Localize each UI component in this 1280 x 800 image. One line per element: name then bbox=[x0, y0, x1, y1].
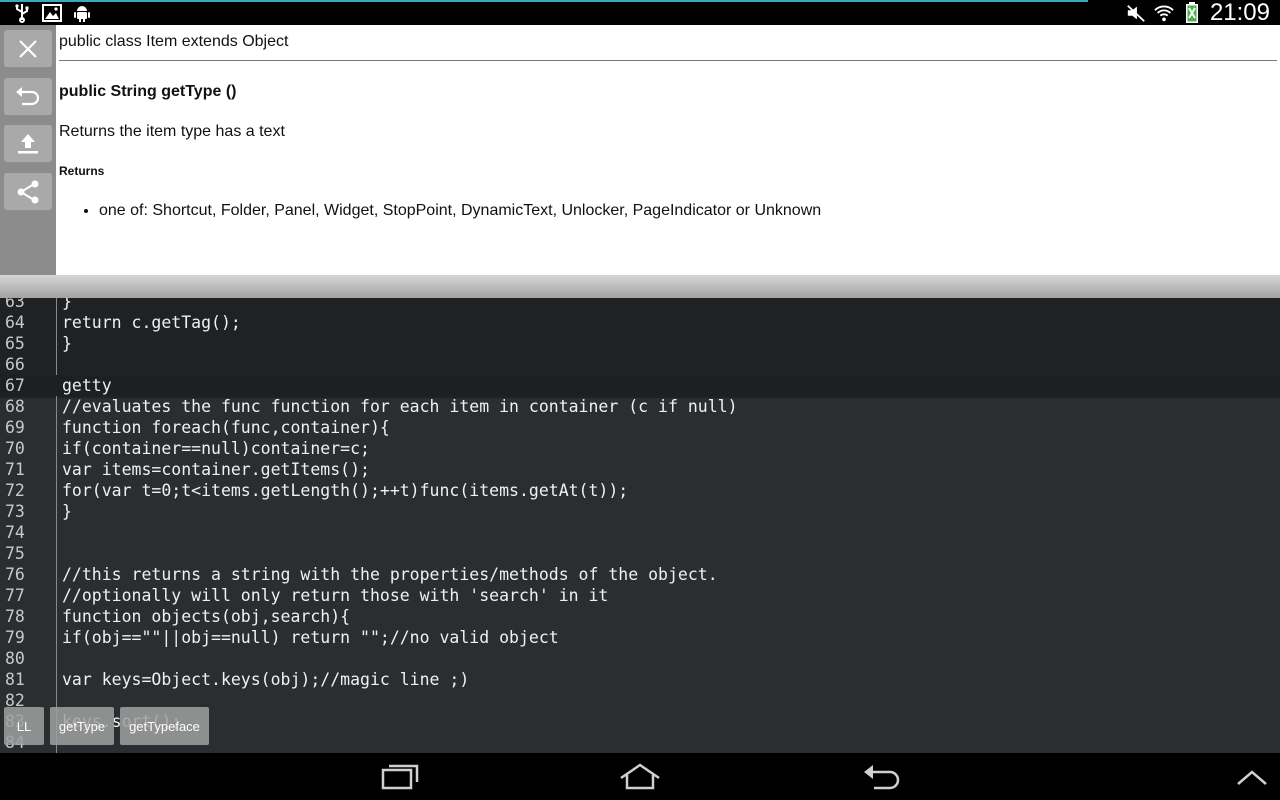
code-text[interactable]: return c.getTag(); bbox=[62, 312, 241, 333]
status-clock: 21:09 bbox=[1209, 0, 1270, 26]
code-text[interactable]: var items=container.getItems(); bbox=[62, 459, 370, 480]
class-declaration: public class Item extends Object bbox=[59, 33, 289, 50]
code-line[interactable]: 78 function objects(obj,search){ bbox=[0, 606, 1280, 627]
line-number: 68 bbox=[5, 397, 25, 416]
code-line[interactable]: 66 bbox=[0, 354, 1280, 375]
line-number: 66 bbox=[5, 355, 25, 374]
code-line[interactable]: 76 //this returns a string with the prope… bbox=[0, 564, 1280, 585]
code-text[interactable]: //optionally will only return those with… bbox=[62, 585, 608, 606]
returns-list: one of: Shortcut, Folder, Panel, Widget,… bbox=[59, 202, 821, 220]
line-number: 64 bbox=[5, 313, 25, 332]
code-line[interactable]: 81 var keys=Object.keys(obj);//magic line… bbox=[0, 669, 1280, 690]
line-number: 67 bbox=[5, 376, 25, 395]
line-number: 70 bbox=[5, 439, 25, 458]
code-line[interactable]: 71 var items=container.getItems(); bbox=[0, 459, 1280, 480]
code-line[interactable]: 74 bbox=[0, 522, 1280, 543]
code-text[interactable]: getty bbox=[62, 375, 112, 396]
code-text[interactable]: for(var t=0;t<items.getLength();++t)func… bbox=[62, 480, 628, 501]
share-icon bbox=[17, 180, 39, 204]
code-text[interactable]: //this returns a string with the propert… bbox=[62, 564, 718, 585]
line-number: 79 bbox=[5, 628, 25, 647]
image-icon bbox=[42, 3, 62, 23]
home-button[interactable] bbox=[610, 759, 670, 795]
status-bar: 21:09 bbox=[0, 0, 1280, 25]
share-button[interactable] bbox=[4, 173, 52, 211]
line-number: 80 bbox=[5, 649, 25, 668]
returns-item: one of: Shortcut, Folder, Panel, Widget,… bbox=[99, 202, 821, 220]
line-number: 81 bbox=[5, 670, 25, 689]
code-line[interactable]: 75 bbox=[0, 543, 1280, 564]
line-number: 77 bbox=[5, 586, 25, 605]
line-number: 63 bbox=[5, 298, 25, 311]
line-number: 74 bbox=[5, 523, 25, 542]
recent-apps-button[interactable] bbox=[370, 759, 430, 795]
code-line[interactable]: 73} bbox=[0, 501, 1280, 522]
line-number: 65 bbox=[5, 334, 25, 353]
wifi-icon bbox=[1154, 3, 1174, 23]
upload-button[interactable] bbox=[4, 125, 52, 163]
code-text[interactable]: //evaluates the func function for each i… bbox=[62, 396, 738, 417]
code-line[interactable]: 64 return c.getTag(); bbox=[0, 312, 1280, 333]
android-debug-icon bbox=[72, 3, 92, 23]
suggestion-chip[interactable]: getType bbox=[50, 707, 114, 745]
code-line[interactable]: 77 //optionally will only return those wi… bbox=[0, 585, 1280, 606]
undo-icon bbox=[16, 87, 40, 106]
returns-heading: Returns bbox=[59, 164, 105, 178]
method-signature: public String getType () bbox=[59, 83, 237, 100]
code-line[interactable]: 80 bbox=[0, 648, 1280, 669]
battery-charging-icon bbox=[1182, 1, 1202, 23]
line-number: 69 bbox=[5, 418, 25, 437]
code-line[interactable]: 70 if(container==null)container=c; bbox=[0, 438, 1280, 459]
menu-button[interactable] bbox=[1222, 759, 1280, 795]
side-toolbar bbox=[0, 25, 56, 275]
line-number: 76 bbox=[5, 565, 25, 584]
panel-splitter[interactable] bbox=[0, 275, 1280, 298]
home-icon bbox=[620, 763, 660, 790]
code-line[interactable]: 69 function foreach(func,container){ bbox=[0, 417, 1280, 438]
back-icon bbox=[864, 765, 900, 790]
help-document: public class Item extends Object public … bbox=[59, 25, 1277, 275]
close-icon bbox=[19, 40, 37, 58]
line-number: 78 bbox=[5, 607, 25, 626]
code-line[interactable]: 72 for(var t=0;t<items.getLength();++t)fu… bbox=[0, 480, 1280, 501]
usb-icon bbox=[12, 3, 32, 23]
method-description: Returns the item type has a text bbox=[59, 123, 285, 140]
autocomplete-bar: LL getType getTypeface bbox=[0, 707, 209, 747]
chevron-up-icon bbox=[1237, 770, 1267, 785]
upload-icon bbox=[18, 134, 38, 154]
code-text[interactable]: } bbox=[62, 298, 72, 312]
code-text[interactable]: var keys=Object.keys(obj);//magic line ;… bbox=[62, 669, 469, 690]
code-line[interactable]: 68 //evaluates the func function for each… bbox=[0, 396, 1280, 417]
code-text[interactable]: if(obj==""||obj==null) return "";//no va… bbox=[62, 627, 559, 648]
line-number: 73 bbox=[5, 502, 25, 521]
suggestion-chip[interactable]: LL bbox=[4, 707, 44, 745]
line-number: 71 bbox=[5, 460, 25, 479]
help-panel: public class Item extends Object public … bbox=[0, 25, 1280, 275]
code-line[interactable]: 67 getty bbox=[0, 375, 1280, 396]
code-text[interactable]: } bbox=[62, 501, 72, 522]
line-number: 75 bbox=[5, 544, 25, 563]
line-number: 72 bbox=[5, 481, 25, 500]
navigation-bar bbox=[0, 753, 1280, 800]
code-text[interactable]: function foreach(func,container){ bbox=[62, 417, 390, 438]
code-editor[interactable]: 63} 64 return c.getTag(); 65} 66 67 getty 68//e… bbox=[0, 298, 1280, 753]
code-line[interactable]: 79 if(obj==""||obj==null) return "";//no … bbox=[0, 627, 1280, 648]
divider-rule bbox=[59, 60, 1277, 61]
undo-button[interactable] bbox=[4, 78, 52, 116]
suggestion-chip[interactable]: getTypeface bbox=[120, 707, 209, 745]
code-text[interactable]: if(container==null)container=c; bbox=[62, 438, 370, 459]
code-line[interactable]: 63} bbox=[0, 298, 1280, 312]
code-text[interactable]: function objects(obj,search){ bbox=[62, 606, 350, 627]
recent-apps-icon bbox=[381, 764, 419, 790]
status-progress bbox=[0, 0, 1088, 2]
back-button[interactable] bbox=[852, 759, 912, 795]
code-text[interactable]: } bbox=[62, 333, 72, 354]
code-line[interactable]: 65} bbox=[0, 333, 1280, 354]
mute-icon bbox=[1126, 3, 1146, 23]
close-button[interactable] bbox=[4, 30, 52, 68]
